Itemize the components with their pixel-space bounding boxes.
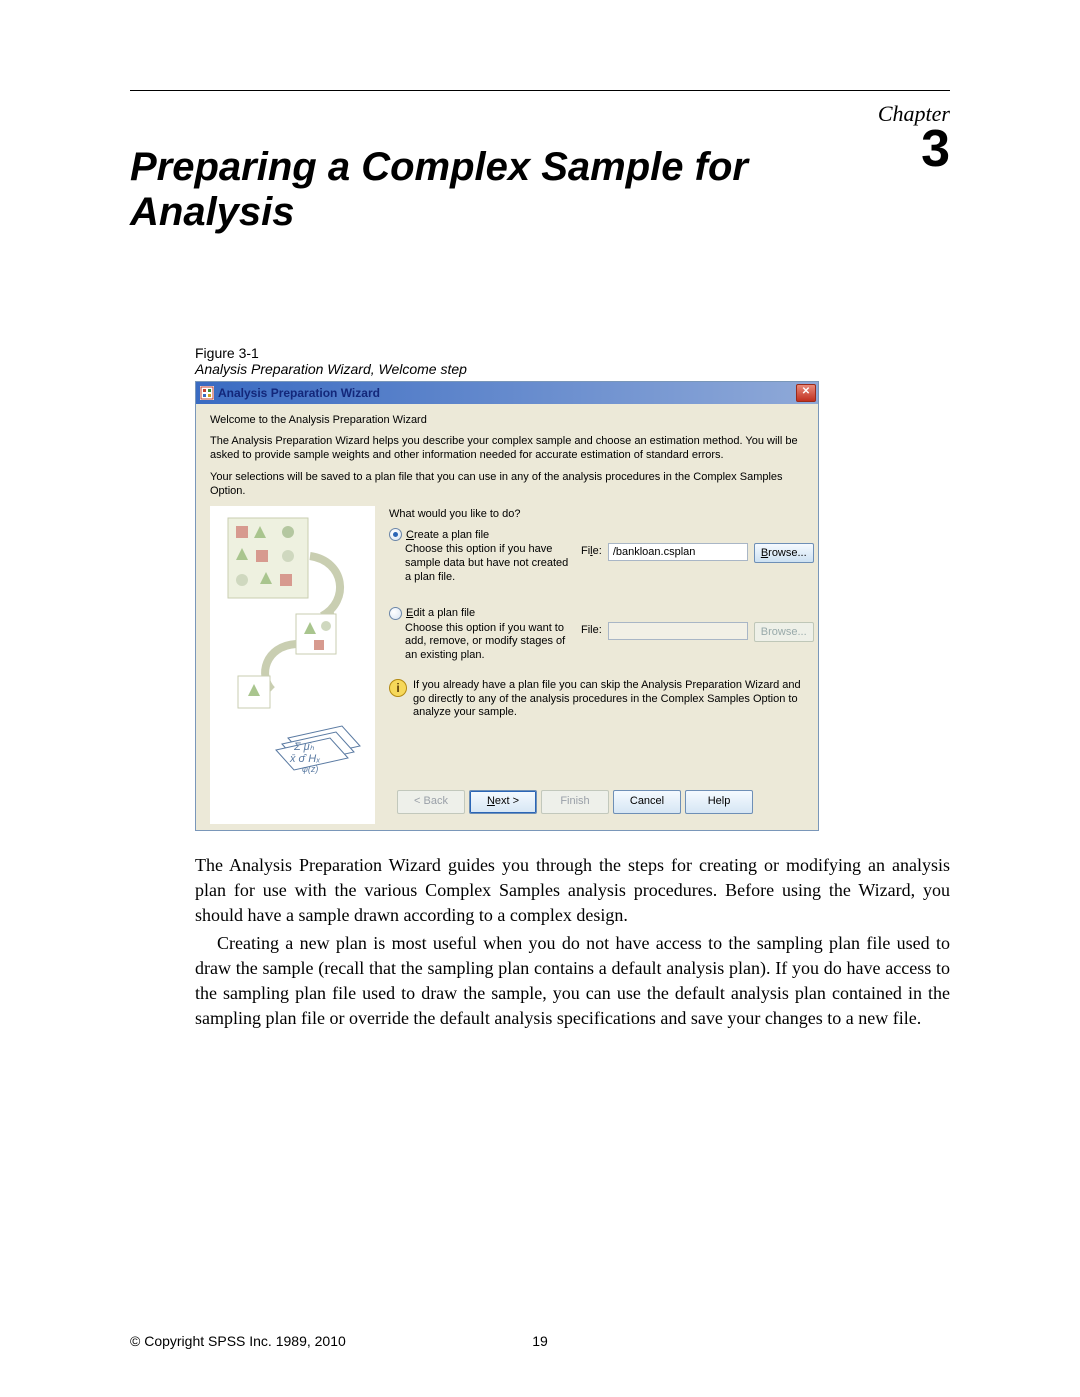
radio-create-plan[interactable]: Create a plan file (389, 528, 814, 541)
edit-browse-button: Browse... (754, 622, 814, 642)
header-rule (130, 90, 950, 91)
app-icon (200, 386, 214, 400)
wizard-titlebar[interactable]: Analysis Preparation Wizard ✕ (196, 382, 818, 404)
wizard-title: Analysis Preparation Wizard (218, 386, 796, 400)
close-icon[interactable]: ✕ (796, 384, 816, 402)
edit-file-label: File: (581, 622, 602, 636)
create-browse-button[interactable]: Browse... (754, 543, 814, 563)
footer-page-number: 19 (532, 1333, 548, 1349)
next-button[interactable]: Next > (469, 790, 537, 814)
back-button: < Back (397, 790, 465, 814)
info-icon: i (389, 679, 407, 697)
finish-button: Finish (541, 790, 609, 814)
wizard-desc-2: Your selections will be saved to a plan … (210, 471, 804, 499)
svg-text:Σ μ̂ₕ: Σ μ̂ₕ (293, 741, 315, 753)
wizard-illustration: Σ μ̂ₕ x̄ σ̂ Hₓ φ(z) (210, 506, 375, 824)
radio-edit-label: Edit a plan file (406, 607, 475, 619)
figure-caption: Analysis Preparation Wizard, Welcome ste… (195, 361, 950, 377)
body-paragraph-2: Creating a new plan is most useful when … (195, 931, 950, 1032)
edit-file-input (608, 622, 748, 640)
wizard-dialog: Analysis Preparation Wizard ✕ Welcome to… (195, 381, 819, 832)
wizard-info-text: If you already have a plan file you can … (413, 679, 814, 720)
body-paragraph-1: The Analysis Preparation Wizard guides y… (195, 853, 950, 929)
edit-desc: Choose this option if you want to add, r… (405, 622, 575, 663)
chapter-title: Preparing a Complex Sample for Analysis (130, 145, 750, 235)
wizard-button-bar: < Back Next > Finish Cancel Help (389, 784, 814, 824)
create-desc: Choose this option if you have sample da… (405, 543, 575, 584)
wizard-welcome: Welcome to the Analysis Preparation Wiza… (210, 414, 804, 428)
footer-copyright: © Copyright SPSS Inc. 1989, 2010 (130, 1333, 346, 1349)
radio-icon (389, 528, 402, 541)
create-file-input[interactable] (608, 543, 748, 561)
svg-text:φ(z): φ(z) (302, 764, 318, 774)
radio-create-label: Create a plan file (406, 529, 489, 541)
wizard-question: What would you like to do? (389, 508, 814, 520)
wizard-desc-1: The Analysis Preparation Wizard helps yo… (210, 435, 804, 463)
create-file-label: File: (581, 543, 602, 557)
figure-label: Figure 3-1 (195, 345, 950, 361)
radio-icon (389, 607, 402, 620)
help-button[interactable]: Help (685, 790, 753, 814)
radio-edit-plan[interactable]: Edit a plan file (389, 607, 814, 620)
cancel-button[interactable]: Cancel (613, 790, 681, 814)
